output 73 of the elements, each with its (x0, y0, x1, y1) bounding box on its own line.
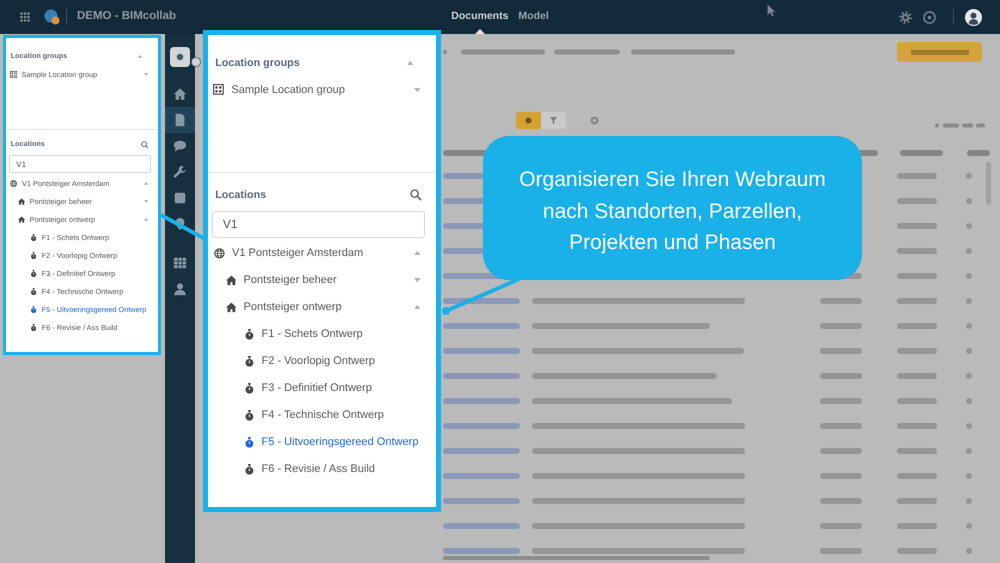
stopwatch-icon (244, 464, 254, 475)
house-icon (18, 198, 25, 206)
selection-triangle-icon (474, 29, 485, 34)
caret-down-icon[interactable] (144, 200, 148, 203)
stopwatch-icon (30, 324, 37, 332)
house-icon (173, 87, 187, 101)
tree-item[interactable]: Pontsteiger beheer (208, 266, 436, 294)
filter-button[interactable] (541, 112, 566, 128)
nav-tab[interactable]: Model (517, 0, 550, 34)
map-pin-icon (173, 217, 187, 231)
vertical-scrollbar (986, 162, 991, 205)
caret-up-icon[interactable] (414, 251, 421, 256)
view-toggle-button[interactable] (516, 112, 541, 128)
table-icon (173, 256, 187, 270)
search-field[interactable]: V1 (8, 155, 151, 174)
ring-icon[interactable] (923, 10, 936, 24)
stopwatch-icon (30, 234, 37, 242)
settings-icon[interactable] (899, 10, 912, 24)
stopwatch-icon (244, 356, 254, 367)
stopwatch-icon (30, 288, 37, 296)
stopwatch-icon (244, 436, 254, 448)
building-grid-icon (213, 84, 224, 96)
globe-icon (10, 180, 18, 188)
pagination-drawing (935, 123, 985, 128)
dot-icon (525, 116, 532, 124)
search-field[interactable]: V1 (212, 210, 426, 238)
app-title: DEMO - BIMcollab (77, 9, 176, 24)
nav-tab[interactable]: Documents (450, 0, 510, 34)
tree-item[interactable]: F5 - Uitvoeringsgereed Ontwerp (208, 428, 436, 456)
search-icon[interactable] (140, 140, 148, 148)
stopwatch-icon (244, 410, 254, 421)
caret-up-icon[interactable] (414, 305, 421, 310)
logo-icon (44, 9, 60, 25)
tooltip-callout: Organisieren Sie Ihren Webraum nach Standorten, Parzellen, Projekten und Phasen (483, 136, 862, 280)
stopwatch-icon (30, 270, 37, 278)
tree-item[interactable]: F4 - Technische Ontwerp (208, 402, 436, 429)
caret-up-icon[interactable] (144, 182, 148, 185)
stopwatch-icon (244, 328, 254, 340)
caret-down-icon[interactable] (144, 73, 148, 76)
wrench-icon (173, 165, 187, 179)
collapse-handle[interactable] (191, 57, 201, 67)
cursor-icon (767, 4, 776, 17)
caret-up-icon[interactable] (138, 55, 143, 58)
apps-grid-icon[interactable] (20, 12, 30, 22)
avatar-icon[interactable] (965, 8, 982, 26)
location-group-item[interactable]: Sample Location group (208, 76, 436, 104)
file-icon (173, 113, 187, 127)
tree-item[interactable]: F2 - Voorlopig Ontwerp (208, 348, 436, 375)
caret-up-icon[interactable] (406, 61, 414, 66)
square-icon (173, 191, 187, 205)
person-icon (173, 282, 187, 296)
caret-up-icon[interactable] (144, 218, 148, 221)
section-title: Locations (215, 188, 266, 203)
stopwatch-icon (244, 382, 254, 394)
tree-item[interactable]: V1 Pontsteiger Amsterdam (208, 240, 436, 267)
stopwatch-icon (30, 306, 37, 314)
funnel-icon (550, 116, 557, 124)
caret-down-icon[interactable] (414, 88, 421, 92)
caret-down-icon[interactable] (414, 278, 421, 282)
tree-item[interactable]: F1 - Schets Ontwerp (208, 320, 436, 348)
stopwatch-icon (30, 252, 37, 260)
house-icon (18, 216, 25, 224)
chat-bubble-icon (173, 139, 187, 153)
tree-item[interactable]: Pontsteiger ontwerp (208, 294, 436, 321)
search-icon[interactable] (410, 189, 422, 201)
tree-item[interactable]: F6 - Revisie / Ass Build (208, 456, 436, 483)
house-icon (226, 302, 236, 313)
section-title: Location groups (215, 56, 300, 72)
globe-icon (214, 248, 225, 259)
tile-icon (170, 47, 190, 67)
building-grid-icon (10, 71, 17, 78)
tree-item[interactable]: F3 - Definitief Ontwerp (208, 374, 436, 402)
house-icon (226, 274, 236, 286)
